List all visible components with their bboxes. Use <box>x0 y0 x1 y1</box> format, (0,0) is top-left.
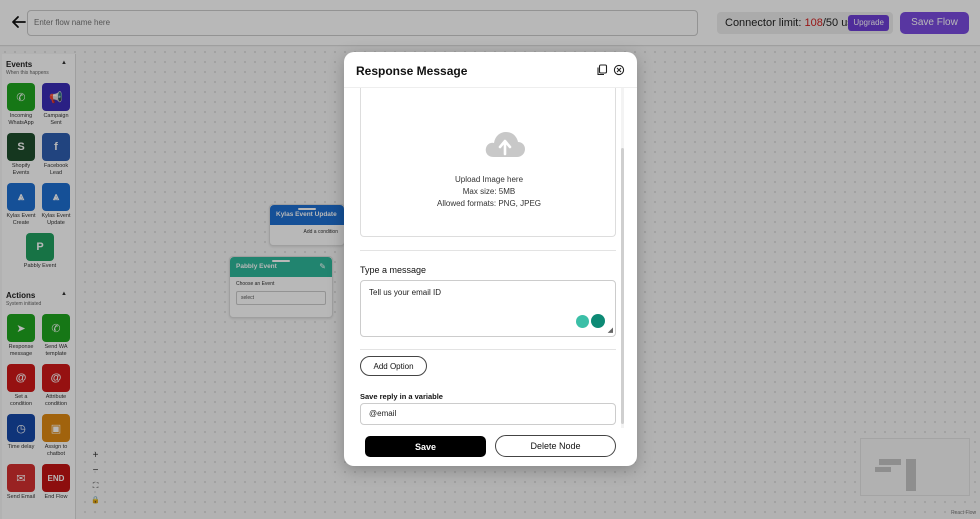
add-option-button[interactable]: Add Option <box>360 356 427 376</box>
upload-allowed-formats: Allowed formats: PNG, JPEG <box>436 199 542 208</box>
variable-insert-icon[interactable] <box>576 315 589 328</box>
message-text: Tell us your email ID <box>369 288 442 297</box>
emoji-icon[interactable] <box>591 314 605 328</box>
section-divider <box>360 349 616 350</box>
delete-node-button[interactable]: Delete Node <box>495 435 616 457</box>
resize-handle-icon[interactable]: ◢ <box>608 326 613 334</box>
message-textarea[interactable]: Tell us your email ID ◢ <box>360 280 616 337</box>
type-message-label: Type a message <box>360 265 427 275</box>
response-message-modal: Response Message Upload Image here Max s… <box>344 52 637 466</box>
modal-title: Response Message <box>356 64 468 78</box>
save-button[interactable]: Save <box>365 436 486 457</box>
upload-max-size: Max size: 5MB <box>462 187 516 196</box>
modal-scrollbar-thumb[interactable] <box>621 148 624 424</box>
section-divider <box>360 250 616 251</box>
app-root: Enter flow name here Connector limit: 10… <box>0 0 980 519</box>
copy-icon[interactable] <box>596 64 608 76</box>
image-upload-dropzone[interactable]: Upload Image here Max size: 5MB Allowed … <box>360 88 616 237</box>
close-icon[interactable] <box>613 64 625 76</box>
cloud-upload-icon <box>485 132 525 157</box>
upload-title: Upload Image here <box>454 175 524 184</box>
variable-input[interactable]: @email <box>360 403 616 425</box>
save-reply-label: Save reply in a variable <box>360 392 443 401</box>
